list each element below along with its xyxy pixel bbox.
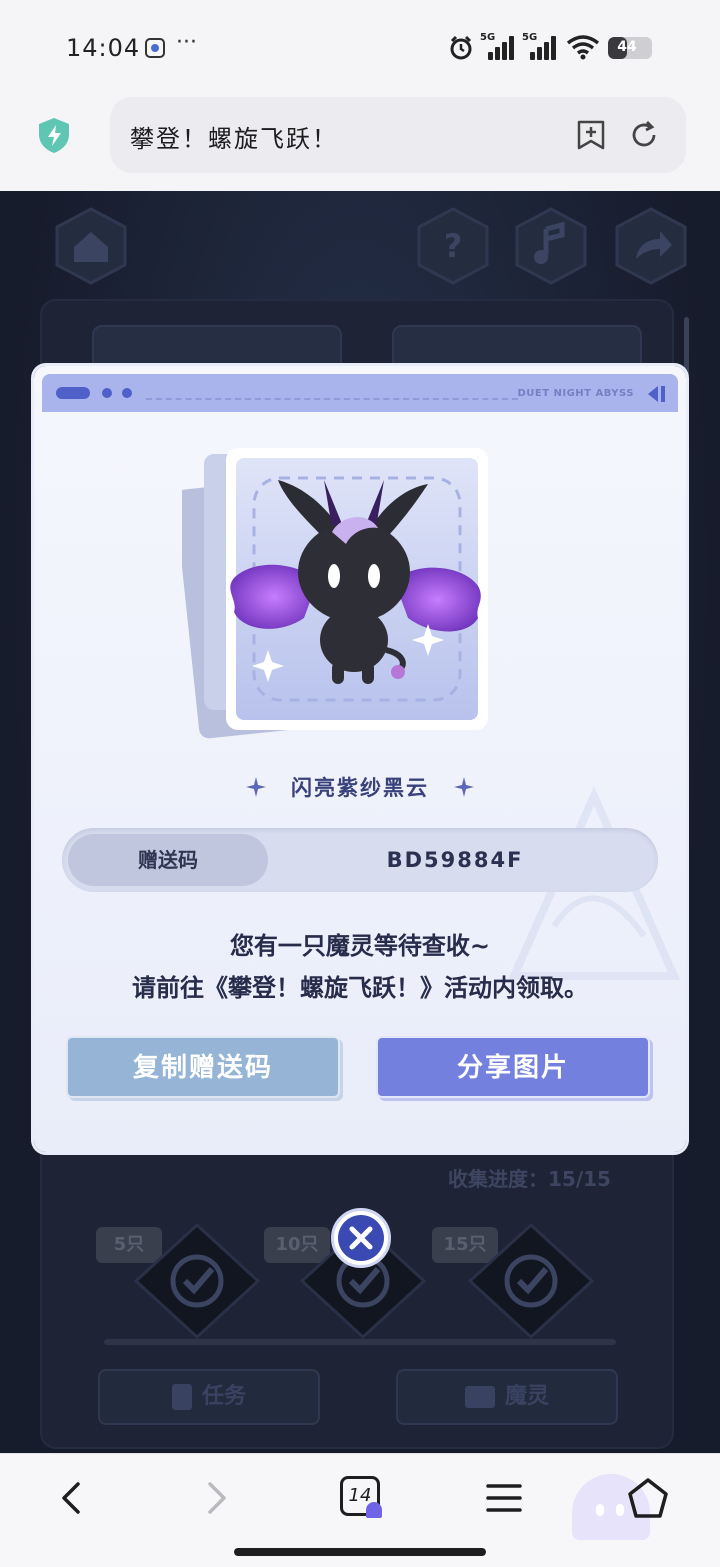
close-icon: [338, 1215, 384, 1261]
network-type-label-2: 5G: [522, 32, 538, 43]
sparkle-icon: [245, 777, 266, 797]
close-button[interactable]: [331, 1208, 391, 1268]
browser-bottom-nav: 14: [0, 1453, 720, 1567]
menu-icon[interactable]: [482, 1476, 526, 1520]
music-icon[interactable]: [512, 207, 590, 285]
tab-spirits[interactable]: 魔灵: [396, 1369, 618, 1425]
reload-icon[interactable]: [628, 119, 660, 151]
signal-strength-icon-2: 5G: [522, 32, 556, 60]
svg-text:?: ?: [444, 227, 463, 265]
alarm-icon: [450, 35, 472, 60]
folder-icon: [464, 1386, 495, 1408]
network-type-label: 5G: [480, 32, 496, 43]
battery-indicator: 44: [608, 37, 652, 59]
help-icon[interactable]: ?: [414, 207, 492, 285]
scrollbar[interactable]: [684, 317, 689, 377]
status-bar: 14:04 ··· 5G 5G 44: [0, 0, 720, 96]
wifi-icon: [566, 35, 600, 60]
modal-header: DUET NIGHT ABYSS: [42, 374, 678, 412]
creature-name-row: 闪亮紫纱黑云: [34, 772, 686, 806]
tab-spirits-label: 魔灵: [504, 1384, 549, 1409]
tab-tasks[interactable]: 任务: [98, 1369, 320, 1425]
status-time: 14:04: [66, 34, 141, 62]
share-image-button[interactable]: 分享图片: [376, 1036, 650, 1098]
battery-level: 44: [617, 39, 637, 55]
milestone-track: [104, 1339, 616, 1345]
gift-code-field: 赠送码 BD59884F: [62, 828, 658, 892]
creature-name: 闪亮紫纱黑云: [291, 776, 429, 800]
creature-card-image: [182, 448, 488, 739]
security-shield-icon[interactable]: [36, 116, 72, 154]
signal-strength-icon: 5G: [480, 32, 514, 60]
brand-label: DUET NIGHT ABYSS: [517, 388, 634, 399]
milestone-check-icon[interactable]: [132, 1221, 262, 1341]
tab-tasks-label: 任务: [201, 1384, 246, 1409]
gift-code-value: BD59884F: [386, 848, 524, 872]
milestone-check-icon[interactable]: [466, 1221, 596, 1341]
gift-code-modal: DUET NIGHT ABYSS 闪亮紫纱黑云 赠送码 BD59884F 您有一…: [34, 366, 686, 1152]
more-notifications-indicator: ···: [176, 30, 197, 55]
message-line-1: 您有一只魔灵等待查收~: [229, 932, 491, 960]
collapse-icon: [648, 386, 665, 402]
page-title: 攀登！螺旋飞跃！: [130, 125, 338, 153]
message-line-2: 请前往《攀登！螺旋飞跃！》活动内领取。: [132, 974, 588, 1002]
collection-progress: 收集进度：15/15: [448, 1167, 611, 1191]
home-page-icon[interactable]: [626, 1476, 670, 1520]
home-icon[interactable]: [52, 207, 130, 285]
browser-address-row: 攀登！螺旋飞跃！: [0, 96, 720, 191]
document-icon: [171, 1384, 192, 1410]
camera-notification-icon: [145, 38, 165, 58]
back-icon[interactable]: [50, 1476, 94, 1520]
gift-code-label: 赠送码: [68, 834, 268, 886]
copy-code-button[interactable]: 复制赠送码: [66, 1036, 340, 1098]
share-arrow-icon[interactable]: [612, 207, 690, 285]
forward-icon[interactable]: [194, 1476, 238, 1520]
home-indicator[interactable]: [234, 1548, 486, 1556]
add-bookmark-icon[interactable]: [576, 119, 606, 151]
incognito-ghost-icon: [366, 1502, 382, 1518]
sparkle-icon: [454, 777, 475, 797]
address-bar[interactable]: 攀登！螺旋飞跃！: [110, 97, 686, 173]
